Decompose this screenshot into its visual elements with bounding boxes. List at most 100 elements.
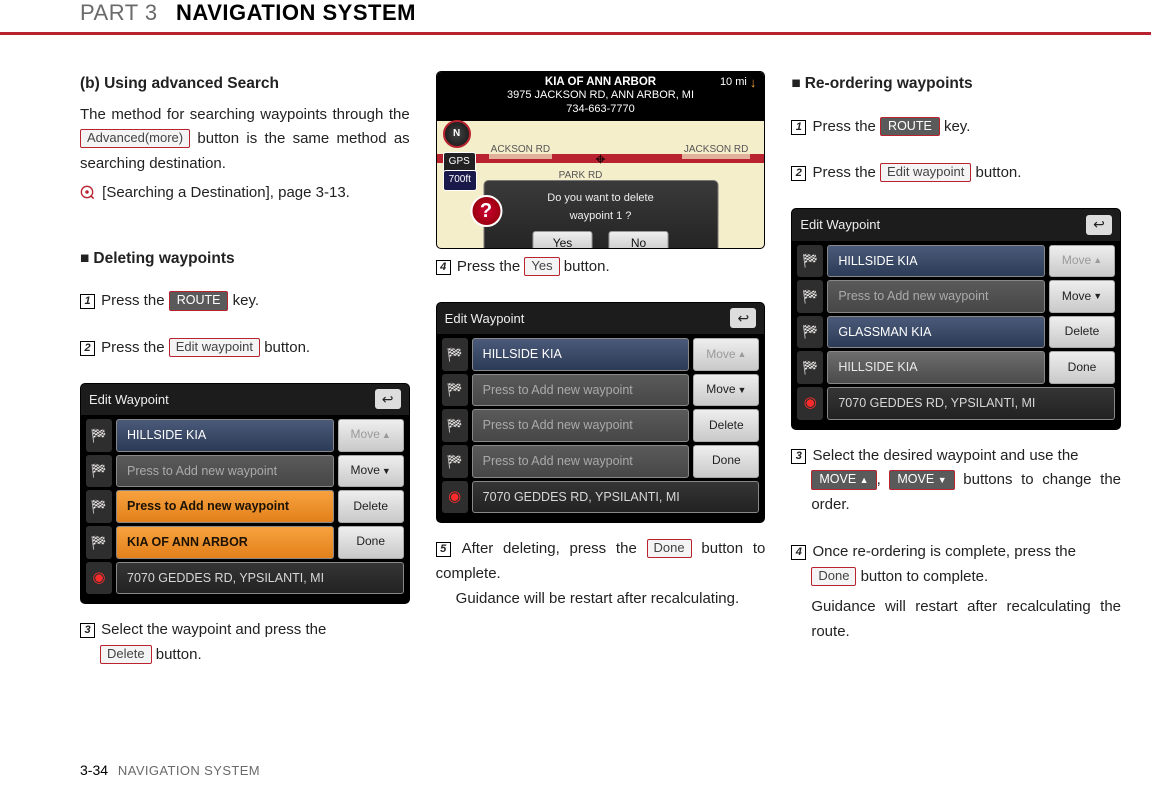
waypoint-cell[interactable]: HILLSIDE KIA <box>472 338 690 371</box>
screenshot-titlebar: Edit Waypoint ↩ <box>81 384 409 415</box>
screenshot-titlebar: Edit Waypoint ↩ <box>437 303 765 334</box>
list-item: 🏁 HILLSIDE KIA Move▲ <box>442 338 760 371</box>
step-number-icon: 2 <box>791 166 806 181</box>
distance-badge: 10 mi ↓ <box>720 75 756 91</box>
screenshot-rows: 🏁 HILLSIDE KIA Move▲ 🏁 Press to Add new … <box>437 334 765 522</box>
waypoint-cell-selected[interactable]: KIA OF ANN ARBOR <box>116 526 334 559</box>
confirm-dialog: ? Do you want to delete waypoint 1 ? Yes… <box>483 180 718 249</box>
text: After deleting, press the <box>462 540 647 557</box>
waypoint-cell[interactable]: HILLSIDE KIA <box>827 245 1045 278</box>
page-number: 3-34 <box>80 762 108 778</box>
list-item: ◉ 7070 GEDDES RD, YPSILANTI, MI <box>86 562 404 595</box>
flag-icon: 🏁 <box>442 445 468 478</box>
text: Select the waypoint and press the <box>101 621 326 638</box>
back-icon[interactable]: ↩ <box>1086 215 1112 235</box>
yes-button[interactable]: Yes <box>533 231 593 249</box>
done-button[interactable]: Done <box>1049 351 1115 384</box>
waypoint-cell[interactable]: GLASSMAN KIA <box>827 316 1045 349</box>
text: Guidance will restart after recalculatin… <box>791 595 1121 645</box>
step-number-icon: 3 <box>791 449 806 464</box>
waypoint-cell[interactable]: Press to Add new waypoint <box>827 280 1045 313</box>
column-1: (b) Using advanced Search The method for… <box>80 71 410 690</box>
compass-icon[interactable]: N <box>443 120 471 148</box>
done-button[interactable]: Done <box>693 445 759 478</box>
move-down-button-label: MOVE ▼ <box>889 470 954 490</box>
flag-icon: 🏁 <box>86 526 112 559</box>
waypoint-cell[interactable]: Press to Add new waypoint <box>116 455 334 488</box>
dialog-buttons: Yes No <box>494 231 707 249</box>
waypoint-cell[interactable]: Press to Add new waypoint <box>472 409 690 442</box>
waypoint-cell[interactable]: HILLSIDE KIA <box>116 419 334 452</box>
text: key. <box>233 292 259 309</box>
footer-section: NAVIGATION SYSTEM <box>118 763 260 778</box>
list-item: 🏁 Press to Add new waypoint Move▼ <box>86 455 404 488</box>
flag-icon: 🏁 <box>442 374 468 407</box>
text: The method for searching waypoints throu… <box>80 106 410 123</box>
road-label: JACKSON RD <box>682 142 750 159</box>
done-button-label: Done <box>647 539 692 558</box>
advanced-search-heading: (b) Using advanced Search <box>80 71 410 97</box>
text: button. <box>976 164 1022 181</box>
step-3: 3 Select the desired waypoint and use th… <box>791 444 1121 518</box>
waypoint-cell-selected[interactable]: Press to Add new waypoint <box>116 490 334 523</box>
flag-icon: 🏁 <box>86 455 112 488</box>
step-4: 4 Once re-ordering is complete, press th… <box>791 540 1121 645</box>
screenshot-rows: 🏁 HILLSIDE KIA Move▲ 🏁 Press to Add new … <box>792 241 1120 429</box>
crosshair-icon: ⌖ <box>591 150 611 170</box>
delete-button[interactable]: Delete <box>693 409 759 442</box>
text: Press the <box>813 164 881 181</box>
road-label: ACKSON RD <box>489 142 552 159</box>
list-item: 🏁 Press to Add new waypoint Delete <box>442 409 760 442</box>
delete-button[interactable]: Delete <box>338 490 404 523</box>
move-down-button[interactable]: Move▼ <box>1049 280 1115 313</box>
waypoint-cell[interactable]: Press to Add new waypoint <box>472 445 690 478</box>
reference-line: [Searching a Destination], page 3-13. <box>80 181 410 206</box>
step-number-icon: 4 <box>791 545 806 560</box>
part-label: PART 3 <box>80 0 158 26</box>
move-down-button[interactable]: Move▼ <box>338 455 404 488</box>
content-columns: (b) Using advanced Search The method for… <box>0 71 1151 690</box>
yes-button-label: Yes <box>524 257 559 276</box>
flag-icon: 🏁 <box>442 409 468 442</box>
part-title: NAVIGATION SYSTEM <box>176 0 416 26</box>
text: , <box>877 471 890 488</box>
back-icon[interactable]: ↩ <box>730 308 756 328</box>
move-down-button[interactable]: Move▼ <box>693 374 759 407</box>
move-up-button[interactable]: Move▲ <box>1049 245 1115 278</box>
move-up-button[interactable]: Move▲ <box>338 419 404 452</box>
destination-icon: ◉ <box>797 387 823 420</box>
text: button. <box>264 339 310 356</box>
list-item: 🏁 KIA OF ANN ARBOR Done <box>86 526 404 559</box>
text: Press the <box>457 258 525 275</box>
delete-button[interactable]: Delete <box>1049 316 1115 349</box>
step-number-icon: 3 <box>80 623 95 638</box>
waypoint-cell[interactable]: HILLSIDE KIA <box>827 351 1045 384</box>
destination-icon: ◉ <box>86 562 112 595</box>
flag-icon: 🏁 <box>86 419 112 452</box>
column-3: Re-ordering waypoints 1 Press the ROUTE … <box>791 71 1121 690</box>
list-item: 🏁 HILLSIDE KIA Move▲ <box>797 245 1115 278</box>
done-button[interactable]: Done <box>338 526 404 559</box>
text: Press the <box>101 339 169 356</box>
back-icon[interactable]: ↩ <box>375 389 401 409</box>
waypoint-cell[interactable]: Press to Add new waypoint <box>472 374 690 407</box>
text: Press the <box>813 118 881 135</box>
step-5: 5 After deleting, press the Done button … <box>436 537 766 611</box>
reference-icon <box>80 185 94 199</box>
list-item: 🏁 HILLSIDE KIA Move▲ <box>86 419 404 452</box>
text: button to complete. <box>861 568 989 585</box>
step-3: 3 Select the waypoint and press the Dele… <box>80 618 410 668</box>
screenshot-title: Edit Waypoint <box>89 389 169 410</box>
text: key. <box>944 118 970 135</box>
column-2: ACKSON RD JACKSON RD PARK RD KIA OF ANN … <box>436 71 766 690</box>
scale-badge[interactable]: 700ft <box>443 170 477 191</box>
route-key-label: ROUTE <box>880 117 940 137</box>
advanced-more-button-label: Advanced(more) <box>80 129 190 148</box>
page-header: PART 3 NAVIGATION SYSTEM <box>0 0 1151 35</box>
move-up-button[interactable]: Move▲ <box>693 338 759 371</box>
no-button[interactable]: No <box>609 231 669 249</box>
list-item: 🏁 Press to Add new waypoint Delete <box>86 490 404 523</box>
map-confirm-screenshot: ACKSON RD JACKSON RD PARK RD KIA OF ANN … <box>436 71 766 249</box>
question-icon: ? <box>470 195 502 227</box>
map-banner: KIA OF ANN ARBOR 3975 JACKSON RD, ANN AR… <box>437 72 765 121</box>
